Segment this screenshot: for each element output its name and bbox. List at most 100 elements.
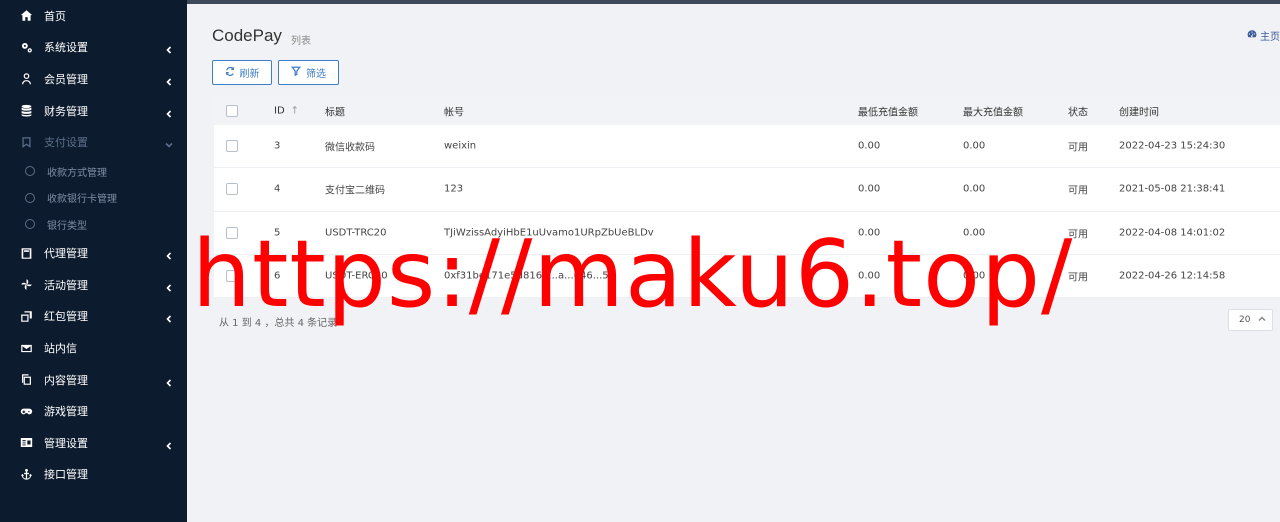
- chevron-left-icon: [165, 43, 173, 54]
- chevron-left-icon: [165, 75, 173, 86]
- row-checkbox[interactable]: [226, 226, 238, 239]
- sidebar-item-label: 管理设置: [44, 436, 88, 450]
- sidebar-item-label: 游戏管理: [44, 405, 88, 419]
- sidebar-item-label: 内容管理: [44, 373, 88, 387]
- sidebar-item-11[interactable]: 管理设置: [0, 427, 187, 459]
- copy-icon: [19, 373, 33, 387]
- cell-max-amount: 0.00: [963, 227, 986, 239]
- sidebar-item-12[interactable]: 接口管理: [0, 459, 187, 491]
- sidebar-item-label: 红包管理: [44, 310, 88, 324]
- chevron-left-icon: [165, 249, 173, 260]
- cell-status: 可用: [1068, 142, 1088, 154]
- cell-account: 123: [444, 183, 464, 195]
- page-subtitle: 列表: [291, 36, 311, 47]
- sidebar-item-7[interactable]: 红包管理: [0, 301, 187, 333]
- breadcrumb-home[interactable]: 主页: [1260, 28, 1280, 43]
- sidebar-item-label: 站内信: [44, 342, 77, 356]
- chevron-down-icon: [165, 138, 173, 148]
- cell-min-amount: 0.00: [858, 140, 881, 152]
- table-row[interactable]: 5 USDT-TRC20 TJiWzissAdyiHbE1uUvamo1URpZbU…: [214, 212, 1280, 255]
- column-header-id[interactable]: ID ↑: [274, 105, 299, 116]
- cell-account: 0xf31be171e5d8161...a...646...59: [444, 270, 615, 282]
- column-header-status: 状态: [1068, 107, 1088, 118]
- cell-created: 2022-04-08 14:01:02: [1119, 227, 1226, 239]
- cell-max-amount: 0.00: [963, 270, 986, 282]
- chevron-left-icon: [165, 376, 173, 387]
- cell-title: 微信收款码: [325, 142, 375, 154]
- filter-button[interactable]: 筛选: [278, 60, 339, 85]
- sidebar-subitem-label: 收款方式管理: [47, 167, 107, 179]
- main-content: CodePay 列表 主页 刷新 筛选 ID ↑ 标题 帐号 最低充值金额 最大充…: [187, 4, 1280, 522]
- cell-min-amount: 0.00: [858, 227, 881, 239]
- sidebar-item-label: 接口管理: [44, 468, 88, 482]
- page-title: CodePay: [212, 26, 282, 45]
- cell-status: 可用: [1068, 185, 1088, 197]
- data-table: ID ↑ 标题 帐号 最低充值金额 最大充值金额 状态 创建时间 3 微信收款码 we…: [214, 96, 1280, 299]
- cell-created: 2022-04-23 15:24:30: [1119, 140, 1226, 152]
- cell-title: USDT-TRC20: [325, 227, 387, 239]
- cell-account: weixin: [444, 140, 477, 152]
- sidebar-item-6[interactable]: 活动管理: [0, 269, 187, 301]
- chevron-left-icon: [165, 439, 173, 450]
- refresh-icon: [225, 66, 235, 79]
- cogs-icon: [19, 40, 33, 54]
- row-checkbox[interactable]: [226, 140, 238, 153]
- sidebar-subitem-label: 银行类型: [47, 220, 87, 232]
- column-header-min-amount: 最低充值金额: [858, 107, 918, 118]
- column-header-account: 帐号: [444, 107, 464, 118]
- sidebar-item-label: 首页: [44, 9, 66, 23]
- cell-id: 6: [274, 270, 281, 282]
- sidebar-item-label: 财务管理: [44, 104, 88, 118]
- select-all-checkbox[interactable]: [226, 104, 238, 117]
- cell-status: 可用: [1068, 229, 1088, 241]
- refresh-label: 刷新: [239, 69, 260, 80]
- sidebar-item-9[interactable]: 内容管理: [0, 364, 187, 396]
- circle-icon: [25, 166, 35, 177]
- breadcrumb[interactable]: 主页: [1247, 28, 1280, 43]
- table-row[interactable]: 6 USDT-ERC20 0xf31be171e5d8161...a...646..…: [214, 255, 1280, 299]
- id-card-icon: [19, 436, 33, 450]
- sidebar-item-3[interactable]: 财务管理: [0, 95, 187, 127]
- chevron-left-icon: [165, 107, 173, 118]
- cell-max-amount: 0.00: [963, 140, 986, 152]
- page-size-value: 20: [1239, 315, 1251, 325]
- cell-account: TJiWzissAdyiHbE1uUvamo1URpZbUeBLDv: [444, 227, 654, 239]
- sidebar-subitem-2[interactable]: 银行类型: [0, 211, 187, 238]
- column-header-created: 创建时间: [1119, 107, 1159, 118]
- column-header-title: 标题: [325, 107, 345, 118]
- bookmark-icon: [19, 135, 33, 149]
- cell-min-amount: 0.00: [858, 183, 881, 195]
- cell-created: 2021-05-08 21:38:41: [1119, 183, 1226, 195]
- sidebar-item-4[interactable]: 支付设置: [0, 126, 187, 158]
- database-icon: [19, 104, 33, 118]
- user-icon: [19, 72, 33, 86]
- page-size-select[interactable]: 20: [1228, 309, 1273, 331]
- row-checkbox[interactable]: [226, 270, 238, 283]
- sidebar-item-8[interactable]: 站内信: [0, 332, 187, 364]
- sidebar-item-2[interactable]: 会员管理: [0, 63, 187, 95]
- table-row[interactable]: 4 支付宝二维码 123 0.00 0.00 可用 2021-05-08 21:38:41: [214, 168, 1280, 212]
- chevron-up-icon: [1258, 315, 1266, 323]
- pagination-info: 从 1 到 4 ，总共 4 条记录: [219, 318, 338, 329]
- sidebar-item-label: 支付设置: [44, 136, 88, 150]
- sidebar-item-0[interactable]: 首页: [0, 0, 187, 32]
- cell-title: USDT-ERC20: [325, 270, 388, 282]
- sort-arrow-icon[interactable]: ↑: [291, 105, 299, 116]
- sidebar-subitem-0[interactable]: 收款方式管理: [0, 158, 187, 185]
- chevron-left-icon: [165, 312, 173, 324]
- sidebar-item-10[interactable]: 游戏管理: [0, 395, 187, 427]
- gamepad-icon: [19, 404, 33, 418]
- anchor-icon: [19, 467, 33, 481]
- sidebar-item-label: 代理管理: [44, 247, 88, 261]
- sidebar-item-label: 系统设置: [44, 41, 88, 55]
- row-checkbox[interactable]: [226, 183, 238, 196]
- refresh-button[interactable]: 刷新: [212, 60, 272, 85]
- sidebar-item-5[interactable]: 代理管理: [0, 237, 187, 269]
- sidebar-item-1[interactable]: 系统设置: [0, 32, 187, 64]
- pinwheel-icon: [19, 278, 33, 292]
- book-icon: [19, 246, 33, 260]
- sidebar-subitem-1[interactable]: 收款银行卡管理: [0, 184, 187, 211]
- sidebar: 首页系统设置会员管理财务管理支付设置收款方式管理收款银行卡管理银行类型代理管理活…: [0, 0, 187, 522]
- table-row[interactable]: 3 微信收款码 weixin 0.00 0.00 可用 2022-04-23 15:24:3…: [214, 125, 1280, 169]
- table-header: ID ↑ 标题 帐号 最低充值金额 最大充值金额 状态 创建时间: [214, 96, 1280, 125]
